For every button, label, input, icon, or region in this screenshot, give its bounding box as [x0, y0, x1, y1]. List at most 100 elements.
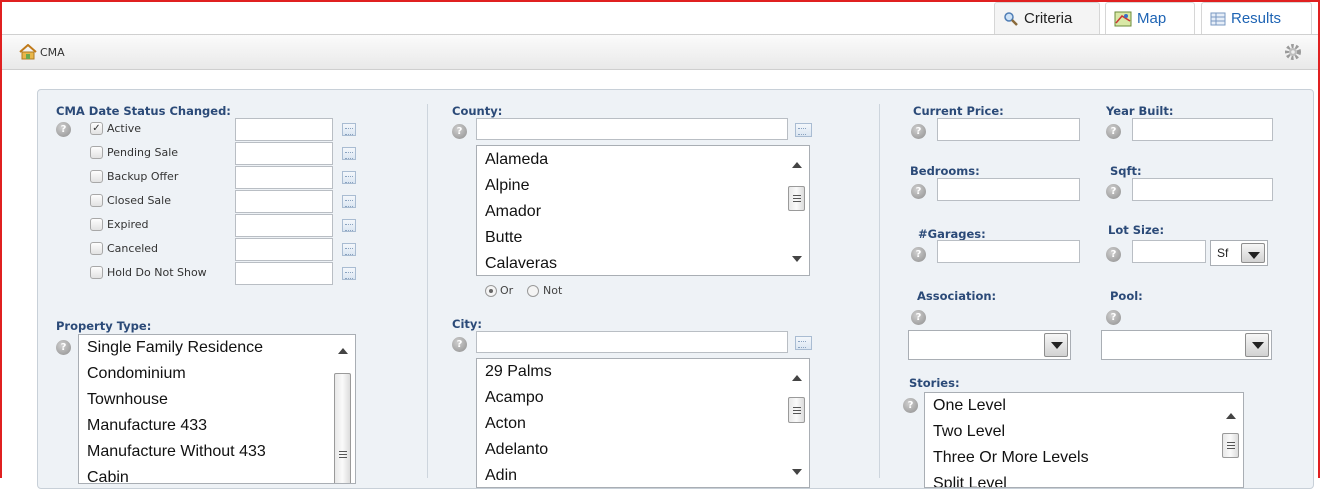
tab-results[interactable]: Results [1201, 2, 1312, 34]
checkbox-canceled[interactable] [90, 242, 103, 255]
scrollbar[interactable] [331, 335, 355, 483]
scroll-thumb[interactable] [1222, 433, 1239, 458]
list-item[interactable]: Manufacture 433 [87, 417, 207, 435]
chevron-down-icon[interactable] [1044, 333, 1068, 357]
scroll-thumb[interactable] [788, 397, 805, 423]
help-icon[interactable]: ? [1106, 184, 1121, 199]
help-icon[interactable]: ? [911, 124, 926, 139]
scroll-thumb[interactable] [788, 186, 805, 211]
calendar-icon[interactable] [342, 219, 356, 232]
hold-do-not-show-date-input[interactable] [235, 262, 333, 285]
lot-size-unit-select[interactable]: Sf [1210, 240, 1268, 266]
scrollbar[interactable] [785, 146, 809, 275]
list-item[interactable]: Adelanto [485, 441, 548, 459]
calendar-icon[interactable] [342, 195, 356, 208]
stories-listbox[interactable]: One Level Two Level Three Or More Levels… [924, 392, 1244, 488]
garages-input[interactable] [937, 240, 1080, 263]
scrollbar[interactable] [785, 359, 809, 487]
county-picker-icon[interactable] [795, 123, 812, 137]
calendar-icon[interactable] [342, 171, 356, 184]
pending-sale-date-input[interactable] [235, 142, 333, 165]
checkbox-label: Backup Offer [107, 170, 179, 183]
list-item[interactable]: Alameda [485, 151, 548, 169]
help-icon[interactable]: ? [911, 247, 926, 262]
backup-offer-date-input[interactable] [235, 166, 333, 189]
list-item[interactable]: Acampo [485, 389, 544, 407]
help-icon[interactable]: ? [56, 122, 71, 137]
scroll-up-icon[interactable] [792, 375, 802, 381]
list-item[interactable]: 29 Palms [485, 363, 552, 381]
association-label: Association: [917, 289, 997, 303]
chevron-down-icon[interactable] [1245, 333, 1269, 357]
scroll-up-icon[interactable] [792, 162, 802, 168]
current-price-input[interactable] [937, 118, 1080, 141]
list-item[interactable]: Butte [485, 229, 522, 247]
help-icon[interactable]: ? [452, 124, 467, 139]
list-item[interactable]: Single Family Residence [87, 339, 263, 357]
tab-map[interactable]: Map [1105, 2, 1195, 34]
city-picker-icon[interactable] [795, 336, 812, 350]
property-type-label: Property Type: [56, 319, 152, 333]
header-bar: CMA [2, 34, 1318, 70]
calendar-icon[interactable] [342, 123, 356, 136]
list-item[interactable]: Townhouse [87, 391, 168, 409]
sqft-input[interactable] [1132, 178, 1273, 201]
scroll-up-icon[interactable] [1226, 413, 1236, 419]
checkbox-backup-offer[interactable] [90, 170, 103, 183]
gear-icon[interactable] [1284, 43, 1302, 61]
help-icon[interactable]: ? [911, 310, 926, 325]
city-input[interactable] [476, 331, 788, 353]
list-item[interactable]: Alpine [485, 177, 529, 195]
help-icon[interactable]: ? [56, 340, 71, 355]
association-select[interactable] [908, 330, 1071, 360]
chevron-down-icon[interactable] [1241, 243, 1265, 263]
help-icon[interactable]: ? [911, 184, 926, 199]
list-item[interactable]: Condominium [87, 365, 186, 383]
radio-not[interactable] [527, 285, 539, 297]
radio-or[interactable] [485, 285, 497, 297]
list-item[interactable]: Manufacture Without 433 [87, 443, 266, 461]
year-built-input[interactable] [1132, 118, 1273, 141]
list-item[interactable]: Cabin [87, 469, 129, 483]
county-listbox[interactable]: Alameda Alpine Amador Butte Calaveras [476, 145, 810, 276]
list-item[interactable]: Calaveras [485, 255, 557, 273]
help-icon[interactable]: ? [1106, 310, 1121, 325]
checkbox-closed-sale[interactable] [90, 194, 103, 207]
city-label: City: [452, 317, 482, 331]
checkbox-expired[interactable] [90, 218, 103, 231]
property-type-listbox[interactable]: Single Family Residence Condominium Town… [78, 334, 356, 484]
checkbox-hold-do-not-show[interactable] [90, 266, 103, 279]
pool-select[interactable] [1101, 330, 1272, 360]
tab-criteria[interactable]: Criteria [994, 2, 1100, 34]
lot-size-input[interactable] [1132, 240, 1206, 263]
calendar-icon[interactable] [342, 147, 356, 160]
list-item[interactable]: Adin [485, 467, 517, 485]
city-listbox[interactable]: 29 Palms Acampo Acton Adelanto Adin [476, 358, 810, 488]
help-icon[interactable]: ? [452, 337, 467, 352]
help-icon[interactable]: ? [1106, 247, 1121, 262]
checkbox-pending-sale[interactable] [90, 146, 103, 159]
scroll-down-icon[interactable] [792, 256, 802, 262]
list-item[interactable]: Two Level [933, 423, 1005, 441]
county-input[interactable] [476, 118, 788, 140]
bedrooms-input[interactable] [937, 178, 1080, 201]
list-item[interactable]: One Level [933, 397, 1006, 415]
scrollbar[interactable] [1219, 393, 1243, 487]
list-item[interactable]: Amador [485, 203, 541, 221]
calendar-icon[interactable] [342, 243, 356, 256]
help-icon[interactable]: ? [903, 398, 918, 413]
expired-date-input[interactable] [235, 214, 333, 237]
scroll-down-icon[interactable] [792, 469, 802, 475]
calendar-icon[interactable] [342, 267, 356, 280]
scroll-up-icon[interactable] [338, 348, 348, 354]
canceled-date-input[interactable] [235, 238, 333, 261]
radio-or-label: Or [500, 284, 514, 297]
list-item[interactable]: Acton [485, 415, 526, 433]
list-item[interactable]: Split Level [933, 475, 1007, 487]
scroll-thumb[interactable] [334, 373, 351, 483]
help-icon[interactable]: ? [1106, 124, 1121, 139]
checkbox-active[interactable]: ✓ [90, 122, 103, 135]
closed-sale-date-input[interactable] [235, 190, 333, 213]
list-item[interactable]: Three Or More Levels [933, 449, 1089, 467]
active-date-input[interactable] [235, 118, 333, 141]
